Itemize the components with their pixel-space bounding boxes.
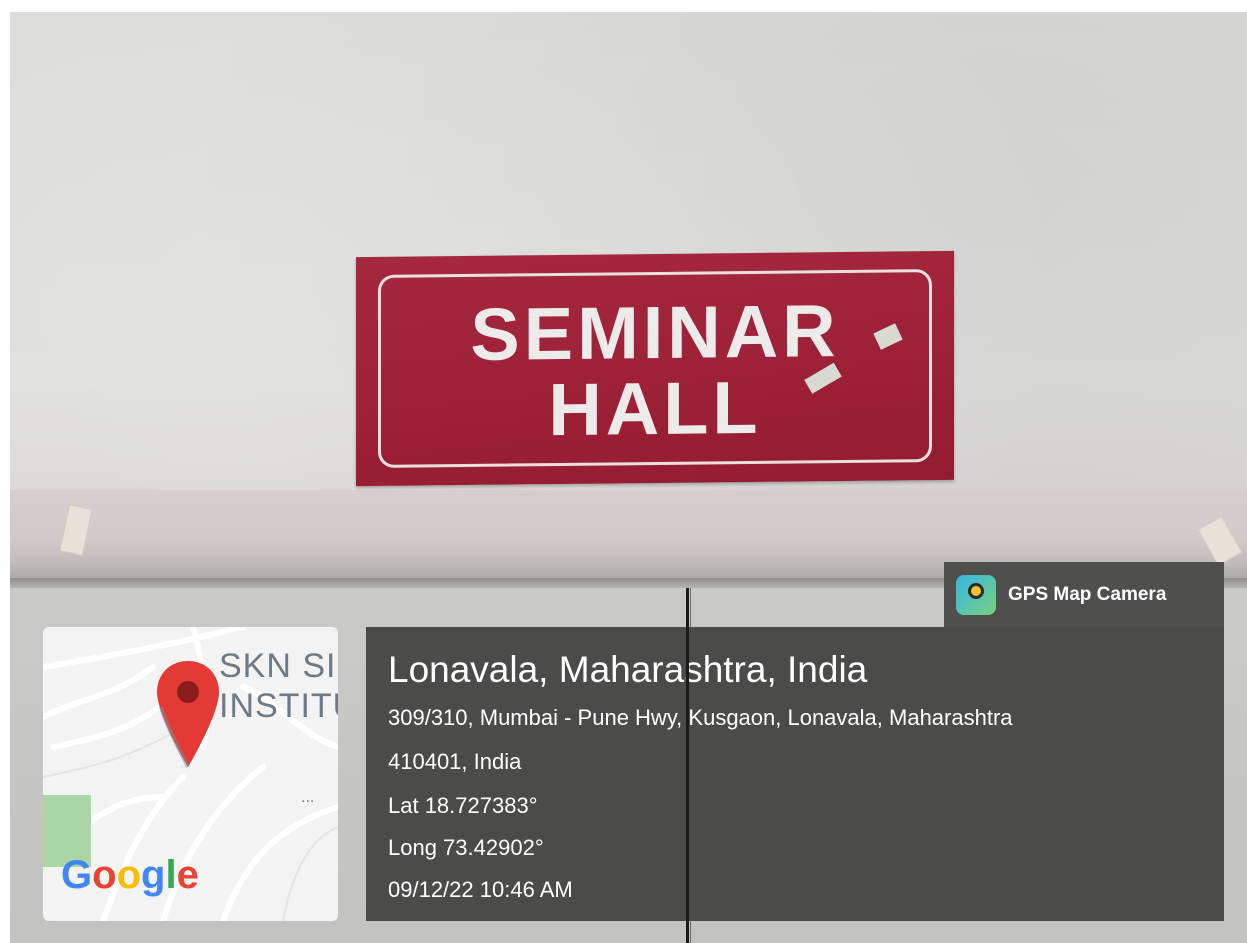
location-info-panel: Lonavala, Maharashtra, India 309/310, Mu… [366, 627, 1224, 921]
map-thumbnail: SKN SI INSTITU ... Google [43, 627, 338, 921]
gps-map-camera-icon [956, 575, 996, 615]
map-more-dots: ... [301, 789, 315, 806]
app-name-label: GPS Map Camera [1008, 584, 1167, 605]
map-place-label-1: SKN SI [219, 647, 337, 685]
door-gap-line-overlay [686, 588, 689, 943]
longitude-text: Long 73.42902° [388, 835, 544, 860]
address-line-1: 309/310, Mumbai - Pune Hwy, Kusgaon, Lon… [388, 705, 1013, 730]
sign-text-line2: HALL [548, 365, 762, 452]
map-place-label-2: INSTITU [219, 687, 338, 725]
datetime-text: 09/12/22 10:46 AM [388, 877, 573, 902]
map-pin-icon [157, 661, 219, 768]
seminar-hall-sign: SEMINAR HALL [356, 250, 954, 487]
google-logo: Google [61, 853, 199, 897]
latitude-text: Lat 18.727383° [388, 793, 538, 818]
address-line-2: 410401, India [388, 749, 522, 774]
location-title: Lonavala, Maharashtra, India [388, 649, 868, 690]
gps-map-camera-badge: GPS Map Camera [944, 562, 1224, 628]
